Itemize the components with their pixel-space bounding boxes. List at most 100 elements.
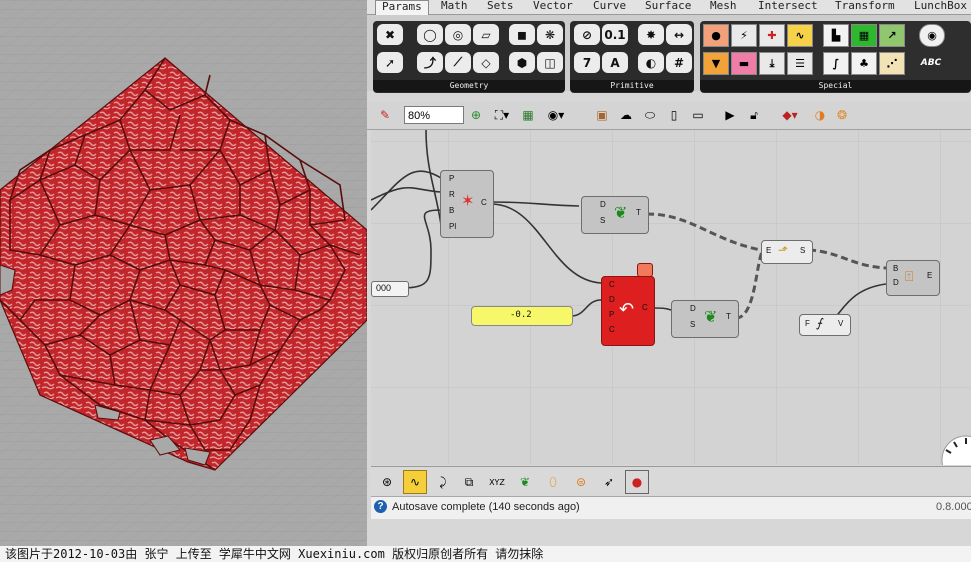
port-c-out2[interactable]: C bbox=[642, 303, 648, 312]
boolean-icon[interactable]: ⊘ bbox=[574, 24, 600, 45]
number-slider[interactable]: -0.2 bbox=[471, 306, 573, 326]
tab-params[interactable]: Params bbox=[375, 0, 429, 15]
package-icon[interactable]: ▣ bbox=[593, 106, 611, 124]
md-slider-icon[interactable]: ↗ bbox=[879, 24, 905, 47]
circle-icon[interactable]: ◯ bbox=[417, 24, 443, 45]
sphere-tool-icon[interactable]: ● bbox=[625, 470, 649, 494]
point-icon[interactable]: ✖ bbox=[377, 24, 403, 45]
bar-icon[interactable]: ☰ bbox=[787, 52, 813, 75]
port-r[interactable]: R bbox=[449, 190, 455, 199]
port-pl[interactable]: Pl bbox=[449, 222, 456, 231]
geometry-icon[interactable]: ◫ bbox=[537, 52, 563, 73]
mesh-icon[interactable]: ⬢ bbox=[509, 52, 535, 73]
sphere-icon[interactable]: ◉ bbox=[919, 24, 945, 47]
tab-math[interactable]: Math bbox=[441, 0, 468, 14]
xyz-icon[interactable]: XYZ bbox=[485, 470, 509, 494]
port-b2[interactable]: B bbox=[893, 264, 898, 273]
port-c-out[interactable]: C bbox=[481, 198, 487, 207]
component-split-tree-2[interactable]: D S ❦ T bbox=[671, 300, 739, 338]
number-icon[interactable]: 0.1 bbox=[602, 24, 628, 45]
quick-graph-icon[interactable]: ⋰ bbox=[879, 52, 905, 75]
cancel-icon[interactable]: ▭ bbox=[689, 106, 707, 124]
tab-lunchbox[interactable]: LunchBox bbox=[914, 0, 967, 14]
profiler-icon[interactable]: ⊛ bbox=[375, 470, 399, 494]
tab-sets[interactable]: Sets bbox=[487, 0, 514, 14]
port-e[interactable]: E bbox=[766, 246, 771, 255]
warning-balloon[interactable] bbox=[637, 263, 653, 277]
pipe-icon[interactable]: ⬯ bbox=[541, 470, 565, 494]
vector-icon[interactable]: ➚ bbox=[377, 52, 403, 73]
definition-canvas[interactable]: 000 P R B Pl ✶ C D S ❦ T -0.2 C D P C ↶ bbox=[371, 130, 971, 465]
pencil-icon[interactable]: ✎ bbox=[375, 106, 395, 124]
arc-icon[interactable]: ◎ bbox=[445, 24, 471, 45]
map-icon[interactable]: ▦ bbox=[519, 106, 537, 124]
tab-vector[interactable]: Vector bbox=[533, 0, 573, 14]
port-e-out[interactable]: E bbox=[927, 271, 932, 280]
remote-icon[interactable]: ⬭ bbox=[641, 106, 659, 124]
surface-icon[interactable]: ▱ bbox=[473, 24, 499, 45]
preview-settings-icon[interactable]: ❂ bbox=[833, 106, 851, 124]
port-p2[interactable]: P bbox=[609, 310, 614, 319]
port-s[interactable]: S bbox=[600, 216, 605, 225]
canvas-navigation-wheel[interactable] bbox=[936, 430, 971, 465]
toggle-icon[interactable]: ● bbox=[703, 24, 729, 47]
port-d4[interactable]: D bbox=[893, 278, 899, 287]
loop-icon[interactable]: ⊜ bbox=[569, 470, 593, 494]
domain-icon[interactable]: ↔ bbox=[666, 24, 692, 45]
string-icon[interactable]: A bbox=[602, 52, 628, 73]
colour-icon[interactable]: ✸ bbox=[638, 24, 664, 45]
tree-icon[interactable]: ♣ bbox=[851, 52, 877, 75]
gradient-icon[interactable]: ⚡ bbox=[731, 24, 757, 47]
port-p[interactable]: P bbox=[449, 174, 454, 183]
port-t-out[interactable]: T bbox=[636, 208, 641, 217]
sprout-tool-icon[interactable]: ❦ bbox=[513, 470, 537, 494]
port-b[interactable]: B bbox=[449, 206, 454, 215]
port-s3[interactable]: S bbox=[690, 320, 695, 329]
plane-icon[interactable]: ◇ bbox=[473, 52, 499, 73]
data-recorder-icon[interactable]: ⤓ bbox=[759, 52, 785, 75]
port-d2[interactable]: D bbox=[609, 295, 615, 304]
integer-icon[interactable]: 7 bbox=[574, 52, 600, 73]
port-f[interactable]: F bbox=[805, 319, 810, 328]
clone-icon[interactable]: ⧉ bbox=[457, 470, 481, 494]
run-icon[interactable]: ▶ bbox=[721, 106, 739, 124]
tab-transform[interactable]: Transform bbox=[835, 0, 895, 14]
shader-icon[interactable]: ◐ bbox=[638, 52, 664, 73]
lock-icon[interactable]: 🔓︎ bbox=[745, 106, 763, 124]
curve-icon[interactable]: ⤴ bbox=[417, 52, 443, 73]
component-split-tree[interactable]: D S ❦ T bbox=[581, 196, 649, 234]
spline-icon[interactable]: ⤸ bbox=[431, 470, 455, 494]
zoom-dropdown[interactable]: 80% bbox=[404, 106, 464, 124]
tab-mesh[interactable]: Mesh bbox=[710, 0, 737, 14]
line-icon[interactable]: ⟋ bbox=[445, 52, 471, 73]
tab-curve[interactable]: Curve bbox=[593, 0, 626, 14]
component-weave[interactable]: B D ⍐ E bbox=[886, 260, 940, 296]
number-panel[interactable]: 000 bbox=[371, 281, 409, 297]
port-c[interactable]: C bbox=[609, 280, 615, 289]
port-s-out[interactable]: S bbox=[800, 246, 805, 255]
control-knob-icon[interactable]: ▬ bbox=[731, 52, 757, 75]
graph-icon[interactable]: ∿ bbox=[403, 470, 427, 494]
port-t-out3[interactable]: T bbox=[726, 312, 731, 321]
button-icon[interactable]: ▼ bbox=[703, 52, 729, 75]
tab-intersect[interactable]: Intersect bbox=[758, 0, 818, 14]
text-tag-icon[interactable]: ABC bbox=[919, 52, 943, 73]
tab-surface[interactable]: Surface bbox=[645, 0, 691, 14]
graph-mapper-icon[interactable]: ✚ bbox=[759, 24, 785, 47]
rhino-viewport[interactable] bbox=[0, 0, 367, 546]
value-list-icon[interactable]: ▙ bbox=[823, 24, 849, 47]
sketch-icon[interactable]: ☁ bbox=[617, 106, 635, 124]
function-graph-icon[interactable]: ∫ bbox=[823, 52, 849, 75]
port-v-out[interactable]: V bbox=[838, 319, 843, 328]
port-c2[interactable]: C bbox=[609, 325, 615, 334]
zoom-icon[interactable]: ⊕ bbox=[467, 106, 485, 124]
component-function[interactable]: F ⨍ V bbox=[799, 314, 851, 336]
battery-icon[interactable]: ▯ bbox=[665, 106, 683, 124]
zoom-extents-icon[interactable]: ⛶▾ bbox=[489, 106, 515, 124]
slider-icon[interactable]: ∿ bbox=[787, 24, 813, 47]
port-d3[interactable]: D bbox=[690, 304, 696, 313]
component-offset-red[interactable]: C D P C ↶ C bbox=[601, 276, 655, 346]
box-icon[interactable]: ◼ bbox=[509, 24, 535, 45]
wand-icon[interactable]: ➶ bbox=[597, 470, 621, 494]
half-sphere-icon[interactable]: ◑ bbox=[811, 106, 829, 124]
